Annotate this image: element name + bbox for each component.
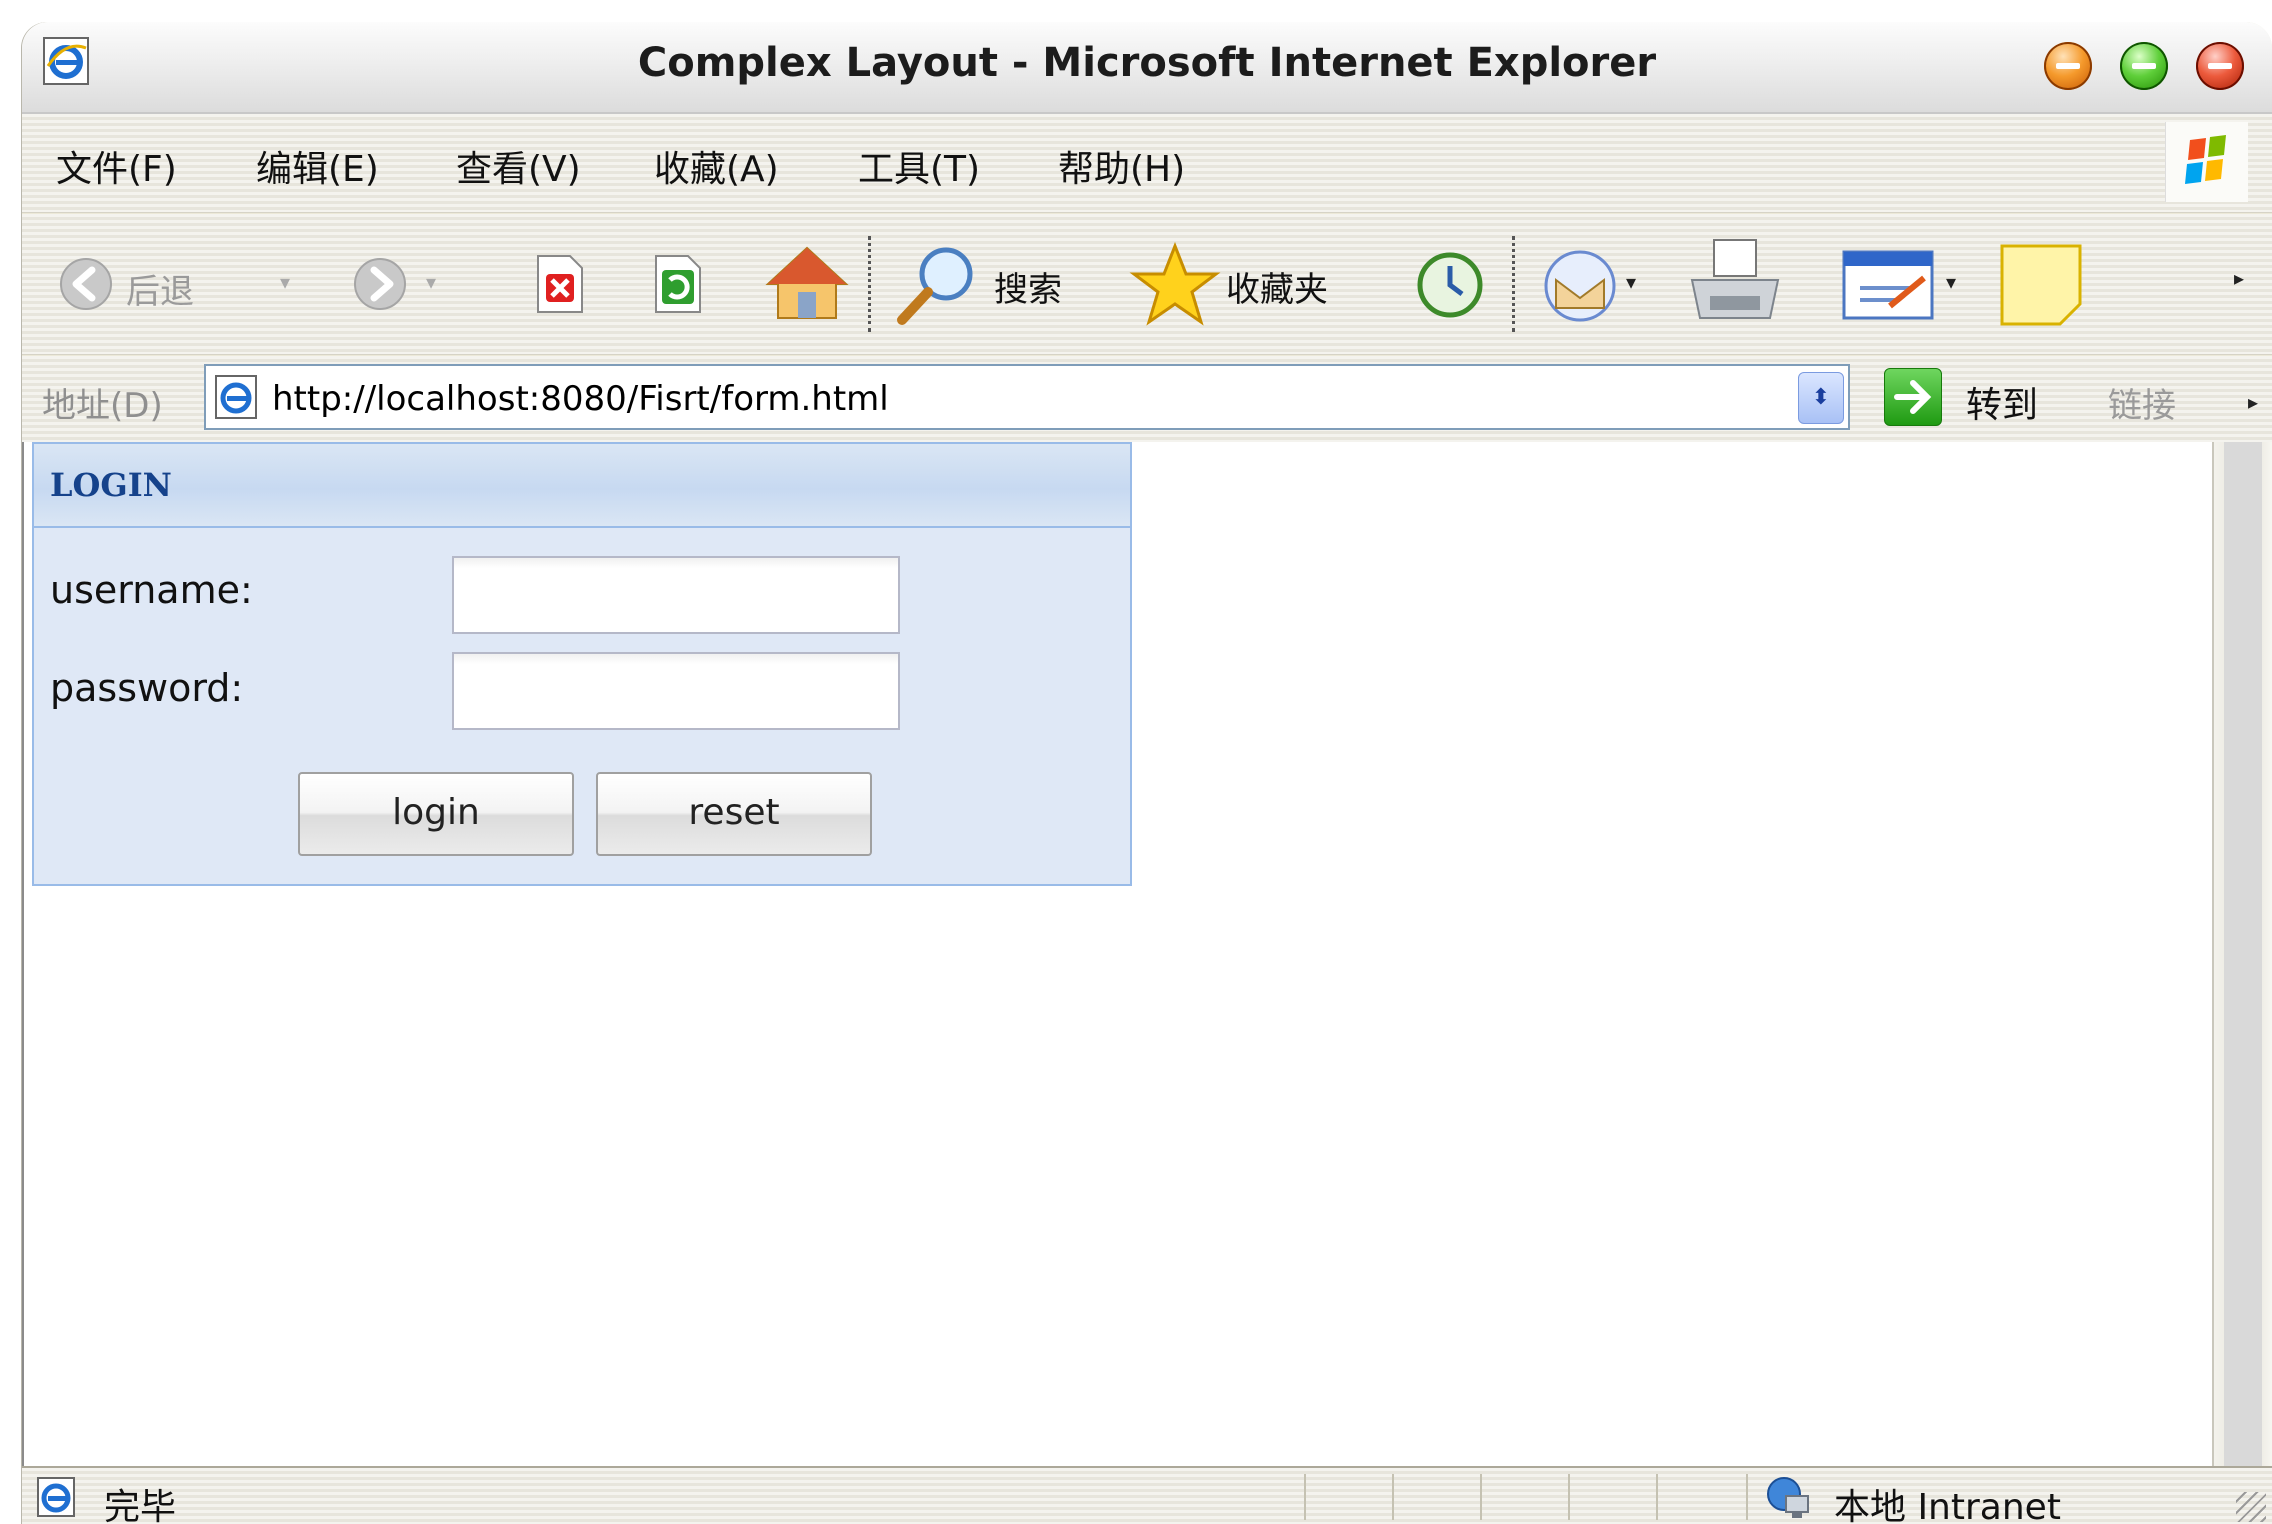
username-input[interactable] — [452, 556, 900, 634]
address-label: 地址(D) — [42, 386, 163, 426]
scrollbar-track[interactable] — [2224, 442, 2262, 1466]
stop-icon[interactable] — [532, 254, 588, 314]
address-url[interactable]: http://localhost:8080/Fisrt/form.html — [272, 379, 889, 419]
reset-button[interactable]: reset — [596, 772, 872, 856]
mail-icon[interactable] — [1538, 246, 1622, 322]
search-label[interactable]: 搜索 — [994, 262, 1062, 311]
search-icon[interactable] — [892, 242, 980, 330]
intranet-zone-icon — [1767, 1477, 1809, 1518]
page-ie-icon — [215, 375, 257, 419]
forward-arrow-icon[interactable] — [352, 256, 408, 312]
browser-window: Complex Layout - Microsoft Internet Expl… — [22, 22, 2272, 1524]
address-dropdown-icon[interactable]: ⬍ — [1798, 372, 1844, 424]
go-button[interactable]: 转到 — [1966, 376, 2038, 428]
window-title: Complex Layout - Microsoft Internet Expl… — [637, 40, 1657, 86]
status-divider — [1304, 1474, 1306, 1520]
favorites-label[interactable]: 收藏夹 — [1226, 262, 1328, 311]
password-input[interactable] — [452, 652, 900, 730]
login-panel-header: LOGIN — [34, 444, 1130, 528]
history-icon[interactable] — [1412, 250, 1488, 320]
forward-dropdown-icon[interactable]: ▾ — [426, 270, 436, 294]
mail-dropdown-icon[interactable]: ▾ — [1626, 270, 1636, 294]
go-arrow-icon[interactable] — [1884, 368, 1942, 426]
status-divider — [1746, 1474, 1748, 1520]
login-panel: LOGIN username: password: login reset — [32, 442, 1132, 886]
links-button[interactable]: 链接 — [2108, 378, 2176, 427]
menu-bar: 文件(F) 编辑(E) 查看(V) 收藏(A) 工具(T) 帮助(H) — [22, 114, 2272, 213]
page-content: LOGIN username: password: login reset — [22, 442, 2214, 1466]
home-icon[interactable] — [762, 244, 852, 324]
resize-grip[interactable] — [2236, 1492, 2266, 1522]
back-dropdown-icon[interactable]: ▾ — [280, 270, 290, 294]
vertical-scrollbar[interactable] — [2212, 442, 2272, 1466]
note-icon[interactable] — [1998, 242, 2084, 328]
toolbar-separator — [868, 236, 871, 332]
login-panel-title: LOGIN — [50, 466, 172, 504]
title-bar[interactable]: Complex Layout - Microsoft Internet Expl… — [22, 22, 2272, 114]
print-icon[interactable] — [1682, 236, 1788, 332]
toolbar-overflow-icon[interactable]: ▸ — [2234, 266, 2244, 290]
standard-toolbar: 后退 ▾ ▾ 搜索 收藏夹 ▾ ▾ ▸ — [22, 214, 2272, 355]
status-divider — [1392, 1474, 1394, 1520]
edit-dropdown-icon[interactable]: ▾ — [1946, 270, 1956, 294]
password-label: password: — [50, 666, 244, 710]
menu-help[interactable]: 帮助(H) — [1058, 140, 1185, 192]
minimize-button[interactable] — [2044, 42, 2092, 90]
toolbar-separator — [1512, 236, 1515, 332]
maximize-button[interactable] — [2120, 42, 2168, 90]
username-label: username: — [50, 568, 253, 612]
address-bar: 地址(D) http://localhost:8080/Fisrt/form.h… — [22, 356, 2272, 442]
close-button[interactable] — [2196, 42, 2244, 90]
refresh-icon[interactable] — [650, 254, 706, 314]
status-text: 完毕 — [104, 1487, 177, 1524]
status-divider — [1656, 1474, 1658, 1520]
status-divider — [1568, 1474, 1570, 1520]
favorites-star-icon[interactable] — [1128, 242, 1222, 330]
back-arrow-icon[interactable] — [58, 256, 114, 312]
back-label[interactable]: 后退 — [126, 264, 194, 313]
menu-tools[interactable]: 工具(T) — [858, 140, 980, 192]
windows-logo-icon — [2165, 122, 2248, 202]
edit-icon[interactable] — [1840, 248, 1936, 322]
login-button[interactable]: login — [298, 772, 574, 856]
menu-view[interactable]: 查看(V) — [456, 140, 581, 192]
menu-edit[interactable]: 编辑(E) — [256, 140, 379, 192]
menu-favorites[interactable]: 收藏(A) — [654, 140, 779, 192]
links-overflow-icon[interactable]: ▸ — [2248, 390, 2258, 414]
status-divider — [1480, 1474, 1482, 1520]
status-bar: 完毕 本地 Intranet — [22, 1466, 2272, 1524]
menu-file[interactable]: 文件(F) — [56, 140, 177, 192]
address-input[interactable]: http://localhost:8080/Fisrt/form.html ⬍ — [204, 364, 1850, 430]
page-ie-icon — [37, 1477, 75, 1517]
zone-text: 本地 Intranet — [1834, 1487, 2061, 1524]
